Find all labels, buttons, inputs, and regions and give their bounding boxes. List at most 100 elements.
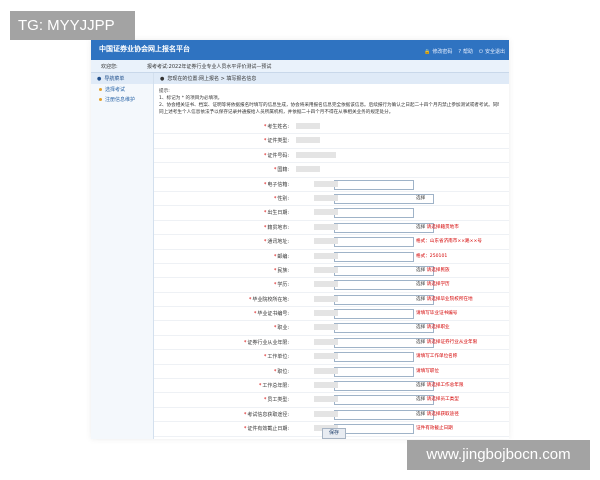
sidebar-item-registration-info[interactable]: 注册信息维护: [91, 94, 153, 104]
lock-icon: 🔒: [424, 48, 431, 55]
redacted-value: [314, 310, 338, 317]
text-input[interactable]: [334, 237, 414, 248]
text-input[interactable]: [334, 208, 414, 219]
select-hint[interactable]: 选择: [416, 282, 425, 287]
form-row: *毕业院校所在地: 选择 请选择毕业院校所在地: [154, 293, 509, 308]
sidebar-item-select-exam[interactable]: 选择考试: [91, 84, 153, 94]
field-hint: 选择 请选择籍贯地市: [416, 224, 459, 230]
field-label: *证件号码:: [264, 152, 289, 159]
header-tools: 🔒 修改密码 ? 帮助 ⏻ 安全退出: [424, 48, 505, 56]
field-label: *性别:: [274, 195, 289, 202]
field-label-text: 证件类型:: [267, 138, 289, 145]
field-label-text: 证件有效截止日期:: [247, 426, 289, 433]
required-mark: *: [263, 224, 267, 231]
field-label: *学历:: [274, 281, 289, 288]
validation-hint: 格式：山东省济南市××路××号: [416, 239, 482, 245]
text-input[interactable]: [334, 366, 414, 377]
field-label: *出生日期:: [264, 209, 289, 216]
field-label-text: 学历:: [277, 282, 289, 289]
required-mark: *: [263, 239, 267, 246]
text-input[interactable]: [334, 309, 414, 320]
form-row: *员工类型: 选择 请选择员工类型: [154, 393, 509, 408]
required-mark: *: [273, 267, 277, 274]
select-hint[interactable]: 选择: [416, 268, 425, 273]
field-label-text: 电子信箱:: [267, 181, 289, 188]
form-row: *考生姓名:: [154, 120, 509, 135]
sidebar: ● 导航菜单 选择考试 注册信息维护: [91, 73, 154, 439]
required-mark: *: [263, 210, 267, 217]
redacted-value: [314, 238, 338, 245]
form-row: *证件号码:: [154, 149, 509, 164]
redacted-value: [314, 194, 338, 201]
text-input[interactable]: [334, 424, 414, 435]
redacted-value: [314, 353, 338, 360]
app-window: 中国证券业协会网上报名平台 🔒 修改密码 ? 帮助 ⏻ 安全退出 欢迎您: 报考考试:…: [91, 40, 509, 439]
required-mark: *: [273, 325, 277, 332]
select-hint[interactable]: 选择: [416, 412, 425, 417]
required-mark: *: [253, 311, 257, 318]
redacted-value: [314, 410, 338, 417]
redacted-value: [314, 281, 338, 288]
field-label: *电子信箱:: [264, 181, 289, 188]
watermark-bottom-right: www.jingbojbocn.com: [407, 440, 590, 470]
select-hint[interactable]: 选择: [416, 340, 425, 345]
select-hint[interactable]: 选择: [416, 325, 425, 330]
field-label: *证件类型:: [264, 137, 289, 144]
help-icon: ?: [458, 48, 461, 55]
select-hint[interactable]: 选择: [416, 297, 425, 302]
redacted-value: [314, 266, 338, 273]
required-mark: *: [273, 195, 277, 202]
welcome-text: 欢迎您:: [101, 64, 118, 70]
location-icon: ●: [160, 75, 165, 82]
field-hint: 选择 请选择民族: [416, 267, 450, 273]
form-row: *证件类型:: [154, 134, 509, 149]
notice-line: 同上述考生个人信息依法予以保存记录并通报给人员所属机构，并依据二十四个月不得在从…: [159, 110, 394, 115]
logout-link[interactable]: ⏻ 安全退出: [479, 48, 505, 56]
field-label-text: 出生日期:: [267, 210, 289, 217]
field-hint: 选择 请选择证券行业从业年限: [416, 339, 477, 345]
change-password-link[interactable]: 🔒 修改密码: [424, 48, 452, 56]
notice-block: 提示: 1、标记为 * 的项目为必填项。 2、协会相关证书、档案、证明等将依据报…: [159, 88, 499, 116]
form-row: *邮编: 格式：250101: [154, 250, 509, 264]
field-label: *工作总年限:: [259, 382, 289, 389]
required-mark: *: [273, 368, 277, 375]
field-label: *籍贯地市:: [264, 224, 289, 231]
field-hint: 请填写工作单位名称: [416, 353, 457, 359]
bullet-icon: [99, 87, 102, 91]
validation-hint: 请选择毕业院校所在地: [426, 296, 473, 302]
field-label: *证券行业从业年限:: [244, 339, 289, 346]
help-link[interactable]: ? 帮助: [458, 48, 473, 56]
redacted-value: [314, 180, 338, 187]
field-hint: 格式：山东省济南市××路××号: [416, 238, 482, 244]
select-hint[interactable]: 选择: [416, 225, 425, 230]
text-input[interactable]: [334, 251, 414, 262]
form-row: *毕业证书编号: 请填写毕业证书编号: [154, 307, 509, 322]
select-hint[interactable]: 选择: [416, 196, 425, 201]
field-label: *邮编:: [274, 253, 289, 260]
field-label-text: 员工类型:: [267, 397, 289, 404]
field-label: *证件有效截止日期:: [244, 425, 289, 432]
required-mark: *: [273, 167, 277, 174]
form-row: *性别: 选择: [154, 192, 509, 207]
select-hint[interactable]: 选择: [416, 383, 425, 388]
field-label-text: 考生姓名:: [267, 124, 289, 130]
text-input[interactable]: [334, 352, 414, 363]
form-row: *考试信息获取途径: 选择 请选择获取途径: [154, 408, 509, 423]
field-label-text: 证件号码:: [267, 152, 289, 159]
form-row: *国籍:: [154, 163, 509, 178]
sidebar-header: ● 导航菜单: [91, 73, 153, 84]
select-hint[interactable]: 选择: [416, 397, 425, 402]
field-hint: 选择 请选择工作总年限: [416, 382, 463, 388]
field-hint: 选择 请选择员工类型: [416, 396, 459, 402]
field-label: *考生姓名:: [264, 123, 289, 130]
field-hint: 请填写职位: [416, 368, 439, 374]
save-button[interactable]: 保存: [322, 428, 346, 439]
field-hint: 选择 请选择毕业院校所在地: [416, 296, 473, 302]
redacted-value: [314, 382, 338, 389]
text-input[interactable]: [334, 179, 414, 190]
app-header: 中国证券业协会网上报名平台 🔒 修改密码 ? 帮助 ⏻ 安全退出: [91, 40, 509, 60]
redacted-value: [296, 166, 320, 173]
field-hint: 选择 请选择学历: [416, 281, 450, 287]
notice-line: 1、标记为 * 的项目为必填项。: [159, 96, 223, 101]
field-label-text: 工作单位:: [267, 354, 289, 361]
